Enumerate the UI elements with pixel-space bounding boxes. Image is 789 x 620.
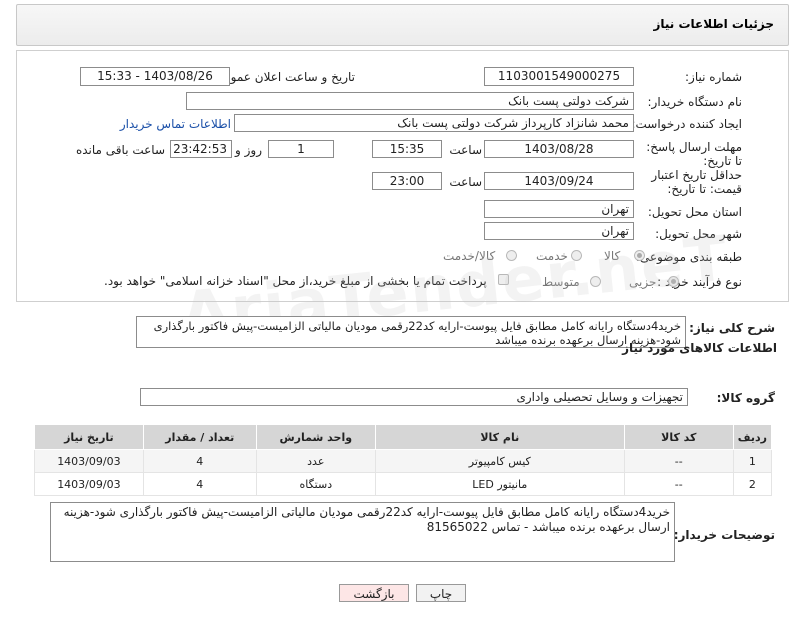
cell-row: 1	[732, 449, 773, 473]
col-name: نام کالا	[374, 424, 625, 450]
remaining-time-field: 23:42:53	[170, 140, 232, 158]
goods-table: ردیف کد کالا نام کالا واحد شمارش تعداد /…	[34, 424, 773, 496]
cell-qty: 4	[142, 449, 257, 473]
cell-date: 1403/09/03	[34, 472, 144, 496]
description-label: شرح کلی نیاز:	[689, 321, 775, 335]
table-row: 1 -- کیس کامپیوتر عدد 4 1403/09/03	[34, 449, 773, 473]
cell-row: 2	[732, 472, 773, 496]
cell-name: کیس کامپیوتر	[374, 449, 625, 473]
need-number-label: شماره نیاز:	[685, 70, 742, 84]
cell-qty: 4	[142, 472, 257, 496]
table-row: 2 -- مانیتور LED دستگاه 4 1403/09/03	[34, 472, 773, 496]
province-label: استان محل تحویل:	[647, 205, 742, 219]
validity-label: حداقل تاریخ اعتبار قیمت: تا تاریخ:	[651, 168, 742, 196]
need-number-field: 1103001549000275	[484, 67, 634, 86]
creator-label: ایجاد کننده درخواست:	[631, 117, 742, 131]
validity-time-field: 23:00	[372, 172, 442, 190]
announce-field: 1403/08/26 - 15:33	[80, 67, 230, 86]
creator-field: محمد شانزاد کارپرداز شرکت دولتی پست بانک	[234, 114, 634, 132]
buyer-org-field: شرکت دولتی پست بانک	[186, 92, 634, 110]
goods-group-label: گروه کالا:	[716, 391, 775, 405]
col-row: ردیف	[732, 424, 773, 450]
col-qty: تعداد / مقدار	[142, 424, 257, 450]
buyer-notes-field: خرید4دستگاه رایانه کامل مطابق فایل پیوست…	[50, 502, 675, 562]
col-date: تاریخ نیاز	[34, 424, 144, 450]
validity-time-label: ساعت	[449, 175, 482, 189]
cell-code: --	[623, 472, 734, 496]
validity-date-field: 1403/09/24	[484, 172, 634, 190]
cell-unit: دستگاه	[255, 472, 376, 496]
header-panel: جزئیات اطلاعات نیاز	[16, 4, 789, 46]
back-button[interactable]: بازگشت	[339, 584, 409, 602]
cell-unit: عدد	[255, 449, 376, 473]
table-header-row: ردیف کد کالا نام کالا واحد شمارش تعداد /…	[34, 424, 773, 450]
col-unit: واحد شمارش	[255, 424, 376, 450]
goods-group-field: تجهیزات و وسایل تحصیلی واداری	[140, 388, 688, 406]
cell-name: مانیتور LED	[374, 472, 625, 496]
deadline-time-field: 15:35	[372, 140, 442, 158]
deadline-time-label: ساعت	[449, 143, 482, 157]
col-code: کد کالا	[623, 424, 734, 450]
print-button[interactable]: چاپ	[416, 584, 466, 602]
remaining-label: ساعت باقی مانده	[75, 143, 165, 157]
buyer-notes-label: توضیحات خریدار:	[673, 528, 775, 542]
deadline-label: مهلت ارسال پاسخ: تا تاریخ:	[646, 140, 742, 168]
buyer-org-label: نام دستگاه خریدار:	[647, 95, 743, 109]
contact-info-link[interactable]: اطلاعات تماس خریدار	[120, 117, 231, 131]
days-label: روز و	[235, 143, 262, 157]
announce-label: تاریخ و ساعت اعلان عمومی:	[210, 70, 355, 84]
page-title: جزئیات اطلاعات نیاز	[653, 17, 774, 31]
cell-code: --	[623, 449, 734, 473]
goods-section-title: اطلاعات کالاهای مورد نیاز	[622, 341, 777, 355]
deadline-date-field: 1403/08/28	[484, 140, 634, 158]
description-field: خرید4دستگاه رایانه کامل مطابق فایل پیوست…	[136, 316, 686, 348]
cell-date: 1403/09/03	[34, 449, 144, 473]
province-field: تهران	[484, 200, 634, 218]
days-field: 1	[268, 140, 334, 158]
